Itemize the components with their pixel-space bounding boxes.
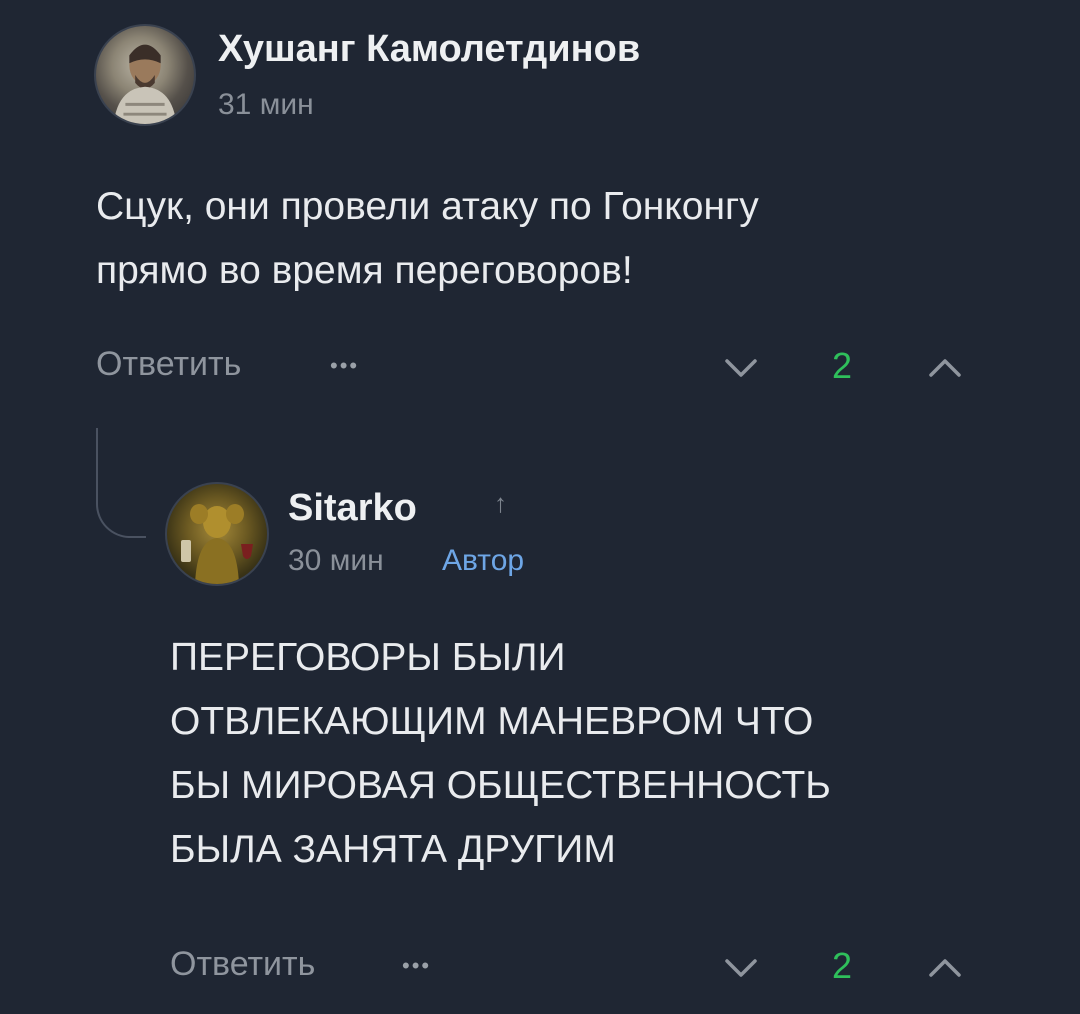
reply-button[interactable]: Ответить [96, 345, 241, 384]
comment-score: 2 [832, 345, 853, 386]
comment-actions: Ответить ••• 2 [0, 945, 1080, 995]
more-options-icon[interactable]: ••• [402, 953, 431, 979]
reply-comment: Sitarko ↑ 30 мин Автор ПЕРЕГОВОРЫ БЫЛИ О… [0, 420, 1080, 1014]
upvote-icon[interactable] [928, 357, 962, 379]
comment-actions: Ответить ••• 2 [0, 345, 1080, 395]
avatar-lizard-icon [181, 504, 253, 584]
author-badge: Автор [442, 544, 525, 577]
user-avatar[interactable] [94, 24, 196, 126]
upvote-icon[interactable] [928, 957, 962, 979]
comment-line: БЫЛА ЗАНЯТА ДРУГИМ [170, 828, 616, 871]
comment-time: 31 мин [218, 88, 314, 121]
comment-line: ПЕРЕГОВОРЫ БЫЛИ [170, 636, 566, 679]
comment-line: прямо во время переговоров! [96, 249, 633, 292]
comment-score: 2 [832, 945, 853, 986]
downvote-icon[interactable] [724, 357, 758, 379]
downvote-icon[interactable] [724, 957, 758, 979]
comment-line: Сцук, они провели атаку по Гонконгу [96, 185, 759, 228]
comment: Хушанг Камолетдинов 31 мин Сцук, они про… [0, 0, 1080, 420]
reply-button[interactable]: Ответить [170, 945, 315, 984]
more-options-icon[interactable]: ••• [330, 353, 359, 379]
comment-line: БЫ МИРОВАЯ ОБЩЕСТВЕННОСТЬ [170, 764, 831, 807]
comment-body: Сцук, они провели атаку по Гонконгу прям… [96, 175, 996, 303]
comment-line: ОТВЛЕКАЮЩИМ МАНЕВРОМ ЧТО [170, 700, 814, 743]
arrow-up-icon[interactable]: ↑ [494, 488, 507, 519]
user-avatar[interactable] [165, 482, 269, 586]
avatar-knight-icon [113, 44, 177, 124]
comment-author[interactable]: Хушанг Камолетдинов [218, 28, 640, 71]
comment-time: 30 мин [288, 544, 384, 577]
comment-author[interactable]: Sitarko [288, 487, 417, 530]
comment-body: ПЕРЕГОВОРЫ БЫЛИ ОТВЛЕКАЮЩИМ МАНЕВРОМ ЧТО… [170, 626, 1050, 882]
